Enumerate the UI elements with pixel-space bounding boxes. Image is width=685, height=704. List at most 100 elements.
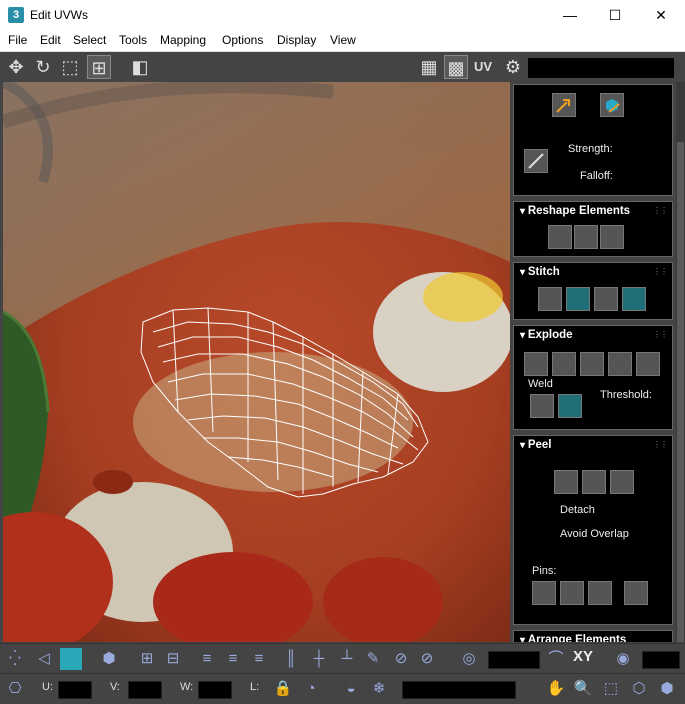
stitch-header[interactable]: Stitch [520, 266, 560, 278]
absolute-offset-icon[interactable]: ⎔ [4, 678, 26, 700]
reset-peel-button[interactable] [610, 470, 634, 494]
explode-smoothing-button[interactable] [552, 352, 576, 376]
bottom-toolbar-2: ⎔ U: V: W: L: 🔒 ◔ ◒ ❄ ✋ 🔍 ⬚ ⬡ ⬢ [0, 673, 685, 704]
texture-dropdown[interactable] [528, 58, 674, 78]
stitch-average-button[interactable] [594, 287, 618, 311]
stitch-target-button[interactable] [622, 287, 646, 311]
pin-view-icon[interactable]: ◉ [612, 648, 634, 670]
unpin-button[interactable] [560, 581, 584, 605]
stitch-source-button[interactable] [566, 287, 590, 311]
unhide-icon[interactable]: ◒ [340, 678, 362, 700]
close-button[interactable]: ✕ [638, 0, 684, 30]
soft-select-icon[interactable]: ◎ [458, 648, 480, 670]
menu-edit[interactable]: Edit [40, 33, 61, 47]
stitch-rollout: Stitch ⋮⋮ [513, 262, 673, 320]
peel-mode-button[interactable] [582, 470, 606, 494]
pin-value-field[interactable] [642, 651, 680, 669]
explode-flatten-button[interactable] [608, 352, 632, 376]
scale-icon[interactable]: ⬚ [58, 55, 82, 79]
line-icon [528, 153, 544, 169]
point-loop-icon[interactable]: ┴ [336, 648, 358, 670]
element-select-icon[interactable]: ⬢ [98, 648, 120, 670]
shrink-select-icon[interactable]: ⊟ [162, 648, 184, 670]
menu-file[interactable]: File [8, 33, 27, 47]
rotate-icon[interactable]: ↻ [31, 55, 55, 79]
pin-button[interactable] [532, 581, 556, 605]
vertex-select-icon[interactable]: ⁛ [4, 648, 26, 670]
explode-header[interactable]: Explode [520, 329, 573, 341]
menu-view[interactable]: View [330, 33, 356, 47]
detach-label[interactable]: Detach [560, 504, 595, 516]
menu-display[interactable]: Display [277, 33, 316, 47]
explode-material-button[interactable] [580, 352, 604, 376]
brush-move-icon [556, 99, 570, 113]
title-bar: 3 Edit UVWs — ☐ ✕ [0, 0, 685, 30]
select-pins-button[interactable] [624, 581, 648, 605]
xy-toggle[interactable]: XY [573, 648, 593, 665]
arrange-elements-header[interactable]: Arrange Elements [520, 634, 626, 642]
stitch-custom-button[interactable] [538, 287, 562, 311]
checker-icon[interactable]: ▦ [417, 55, 441, 79]
ring-select-icon[interactable]: ≡ [196, 648, 218, 670]
filter-dropdown[interactable] [402, 681, 516, 699]
weld-selected-button[interactable] [530, 394, 554, 418]
settings-icon[interactable]: ⚙ [501, 55, 525, 79]
quick-peel-button[interactable] [554, 470, 578, 494]
uv-viewport[interactable] [3, 82, 510, 642]
modifier-panel: Strength: Falloff: Reshape Elements ⋮⋮ S… [510, 82, 685, 642]
auto-pin-button[interactable] [588, 581, 612, 605]
minimize-button[interactable]: — [547, 0, 593, 30]
peel-rollout: Peel ⋮⋮ Detach Avoid Overlap Pins: [513, 435, 673, 625]
scrollbar-thumb[interactable] [677, 142, 684, 642]
u-field[interactable] [58, 681, 92, 699]
straighten-button[interactable] [548, 225, 572, 249]
face-select-icon[interactable] [60, 648, 82, 670]
zoom-region-icon[interactable]: ⬚ [600, 678, 622, 700]
maximize-button[interactable]: ☐ [592, 0, 638, 30]
zoom-icon[interactable]: 🔍 [572, 678, 594, 700]
mirror-icon[interactable]: ◧ [128, 55, 152, 79]
loop-grow-icon[interactable]: ║ [280, 648, 302, 670]
menu-options[interactable]: Options [222, 33, 263, 47]
cube-brush-icon [606, 99, 620, 113]
menu-select[interactable]: Select [73, 33, 106, 47]
app-icon: 3 [8, 7, 24, 23]
ring-grow-icon[interactable]: ≡ [222, 648, 244, 670]
lock-icon[interactable]: 🔒 [272, 678, 294, 700]
v-field[interactable] [128, 681, 162, 699]
weld-all-button[interactable] [558, 394, 582, 418]
menu-mapping[interactable]: Mapping [160, 33, 206, 47]
loop-select-icon[interactable]: ≡ [248, 648, 270, 670]
zoom-extents-icon[interactable]: ⬡ [628, 678, 650, 700]
explode-angle-button[interactable] [636, 352, 660, 376]
soft-select-field[interactable] [488, 651, 540, 669]
falloff-curve-icon[interactable]: ⌒ [545, 648, 567, 670]
line-brush-button[interactable] [524, 149, 548, 173]
move-icon[interactable]: ✥ [4, 55, 28, 79]
reshape-elements-header[interactable]: Reshape Elements [520, 205, 630, 217]
paint-grow-icon[interactable]: ⊘ [390, 648, 412, 670]
zoom-selected-icon[interactable]: ⬢ [656, 678, 678, 700]
menu-bar: File Edit Select Tools Mapping Options D… [0, 30, 685, 52]
loop-shrink-icon[interactable]: ┼ [308, 648, 330, 670]
avoid-overlap-label[interactable]: Avoid Overlap [560, 528, 629, 540]
paint-brush-button[interactable] [600, 93, 624, 117]
pan-icon[interactable]: ✋ [545, 678, 567, 700]
relax-brush-button[interactable] [552, 93, 576, 117]
panel-scrollbar[interactable] [676, 82, 685, 642]
break-button[interactable] [524, 352, 548, 376]
grow-select-icon[interactable]: ⊞ [136, 648, 158, 670]
edge-select-icon[interactable]: ◁ [33, 648, 55, 670]
uv-label[interactable]: UV [474, 59, 492, 74]
freeform-icon[interactable]: ⊞ [87, 55, 111, 79]
w-field[interactable] [198, 681, 232, 699]
flatten-button[interactable] [600, 225, 624, 249]
peel-header[interactable]: Peel [520, 439, 552, 451]
menu-tools[interactable]: Tools [119, 33, 147, 47]
paint-select-icon[interactable]: ✎ [362, 648, 384, 670]
texture-checker-icon[interactable]: ▩ [444, 55, 468, 79]
freeze-icon[interactable]: ❄ [368, 678, 390, 700]
paint-shrink-icon[interactable]: ⊘ [416, 648, 438, 670]
relax-button[interactable] [574, 225, 598, 249]
hide-icon[interactable]: ◔ [300, 678, 322, 700]
